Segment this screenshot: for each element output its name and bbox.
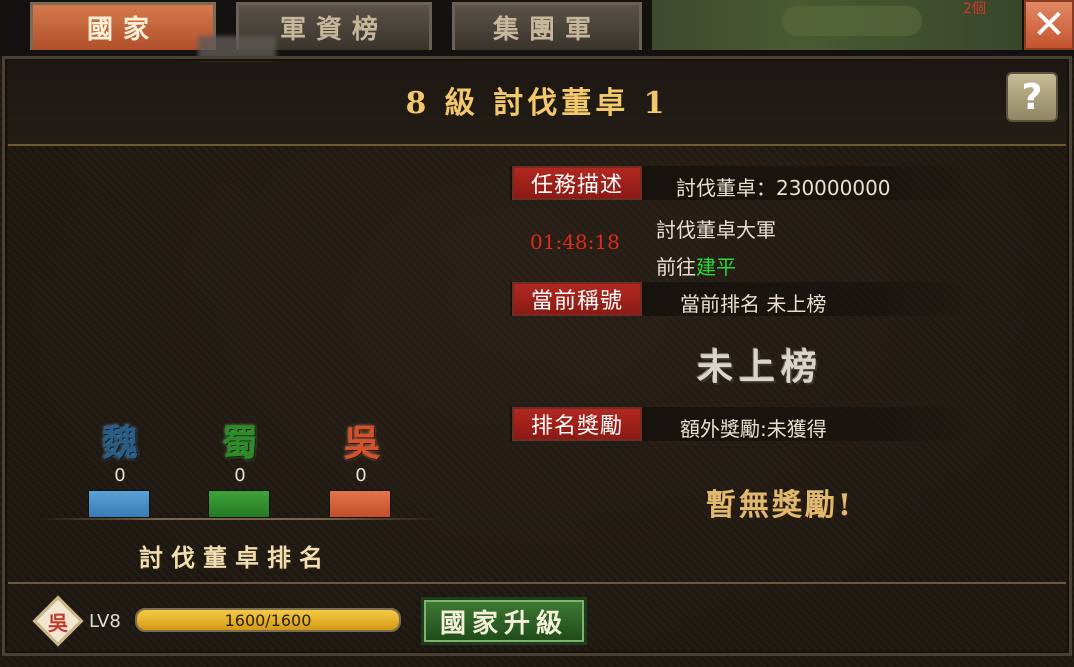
kingdom-wei-count: 0	[114, 465, 126, 486]
rank-status-big: 未上榜	[696, 346, 823, 388]
goto-place-link[interactable]: 建平	[696, 255, 736, 279]
tab-group-army[interactable]: 集團軍	[452, 2, 642, 50]
close-icon: ✕	[1032, 2, 1066, 48]
kingdom-wu-count: 0	[355, 465, 367, 486]
extra-reward-text: 額外獎勵:未獲得	[680, 417, 827, 441]
kingdom-wei-name: 魏	[101, 422, 138, 464]
bottom-divider	[8, 582, 1066, 584]
no-reward-text: 暫無獎勵!	[705, 488, 855, 523]
mission-goto: 前往建平	[656, 251, 736, 280]
map-road	[782, 6, 922, 36]
map-label: 2個	[963, 1, 986, 17]
ranking-reward-label: 排名獎勵	[512, 407, 642, 441]
mission-timer: 01:48:18	[530, 230, 620, 254]
game-screen: 2個 國家 軍資榜 集團軍 ✕ 8 級 討伐董卓 1 ? 任務描述 討伐董卓：2…	[0, 0, 1074, 667]
kingdom-shu-name: 蜀	[221, 422, 258, 464]
help-button[interactable]: ?	[1006, 72, 1058, 122]
player-level: LV8	[89, 611, 121, 632]
current-rank-text: 當前排名 未上榜	[680, 292, 827, 316]
kingdom-emblem-text: 吳	[48, 610, 68, 635]
kingdom-wu-name: 吳	[343, 422, 380, 464]
ranking-baseline	[40, 518, 440, 520]
kingdom-shu-bar	[208, 490, 270, 518]
ranking-title: 討伐董卓排名	[139, 543, 331, 572]
experience-bar: 1600/1600	[135, 608, 401, 632]
tab-country[interactable]: 國家	[30, 2, 216, 50]
country-upgrade-button[interactable]: 國家升級	[421, 597, 587, 645]
experience-text: 1600/1600	[224, 610, 312, 630]
close-button[interactable]: ✕	[1024, 0, 1074, 50]
goto-prefix: 前往	[656, 255, 696, 279]
mission-description: 討伐董卓：230000000	[676, 176, 891, 200]
kingdom-shu-count: 0	[234, 465, 246, 486]
current-title-label: 當前稱號	[512, 282, 642, 316]
mission-army: 討伐董卓大軍	[656, 218, 776, 242]
page-title: 8 級 討伐董卓 1	[405, 86, 669, 121]
map-background-peek: 2個	[652, 0, 1022, 50]
help-icon: ?	[1021, 76, 1043, 118]
kingdom-wei-bar	[88, 490, 150, 518]
mission-label: 任務描述	[512, 166, 642, 200]
kingdom-wu-bar	[329, 490, 391, 518]
